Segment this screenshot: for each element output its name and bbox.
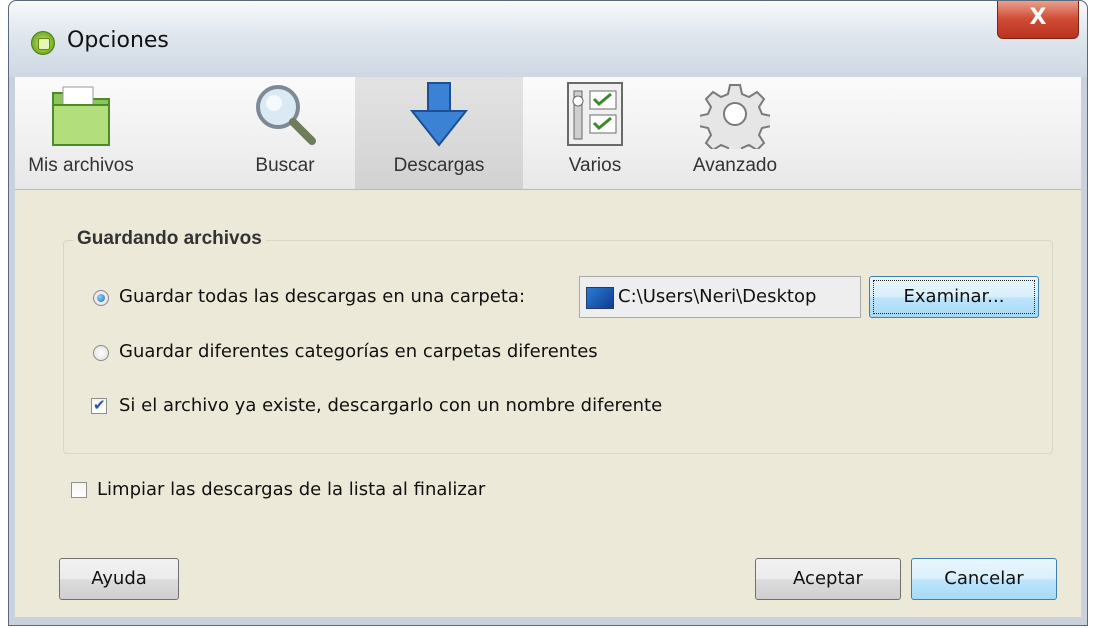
tab-mis-archivos[interactable]: Mis archivos (15, 77, 147, 189)
radio-single-folder-label: Guardar todas las descargas en una carpe… (119, 286, 526, 307)
tab-label: Mis archivos (28, 155, 134, 176)
group-title: Guardando archivos (73, 228, 266, 250)
drive-icon (586, 287, 614, 309)
tab-label: Descargas (393, 155, 485, 176)
download-arrow-icon (409, 82, 469, 147)
checklist-icon (567, 82, 623, 146)
title-bar[interactable]: Opciones X (9, 1, 1087, 77)
checkbox-clear-on-finish[interactable] (71, 482, 87, 498)
options-toolbar: Mis archivos Buscar Descargas Varios Ava… (15, 77, 1081, 190)
folder-icon (52, 86, 110, 146)
cancel-button[interactable]: Cancelar (911, 558, 1057, 600)
checkbox-clear-on-finish-label: Limpiar las descargas de la lista al fin… (97, 479, 486, 500)
tab-varios[interactable]: Varios (535, 77, 655, 189)
checkbox-rename-existing[interactable] (91, 396, 107, 414)
radio-categories[interactable] (93, 345, 109, 361)
accept-button[interactable]: Aceptar (755, 558, 901, 600)
downloads-panel: Guardando archivos Guardar todas las des… (15, 190, 1081, 617)
help-button[interactable]: Ayuda (59, 558, 179, 600)
tab-label: Varios (568, 155, 622, 176)
close-button[interactable]: X (997, 1, 1079, 39)
app-logo-icon (31, 31, 55, 55)
tab-buscar[interactable]: Buscar (225, 77, 345, 189)
tab-label: Buscar (255, 155, 315, 176)
download-path-value: C:\Users\Neri\Desktop (618, 286, 817, 307)
download-path-field[interactable]: C:\Users\Neri\Desktop (579, 276, 861, 318)
window-title: Opciones (67, 28, 169, 53)
options-dialog: Opciones X Mis archivos Buscar Descargas… (8, 0, 1088, 626)
magnifier-icon (256, 85, 316, 145)
radio-single-folder[interactable] (93, 290, 109, 306)
checkbox-rename-existing-label: Si el archivo ya existe, descargarlo con… (119, 395, 663, 416)
gear-icon (700, 84, 770, 149)
tab-descargas[interactable]: Descargas (355, 77, 523, 189)
radio-categories-label: Guardar diferentes categorías en carpeta… (119, 341, 598, 362)
tab-label: Avanzado (692, 155, 778, 176)
tab-avanzado[interactable]: Avanzado (675, 77, 795, 189)
browse-button[interactable]: Examinar... (869, 276, 1039, 318)
